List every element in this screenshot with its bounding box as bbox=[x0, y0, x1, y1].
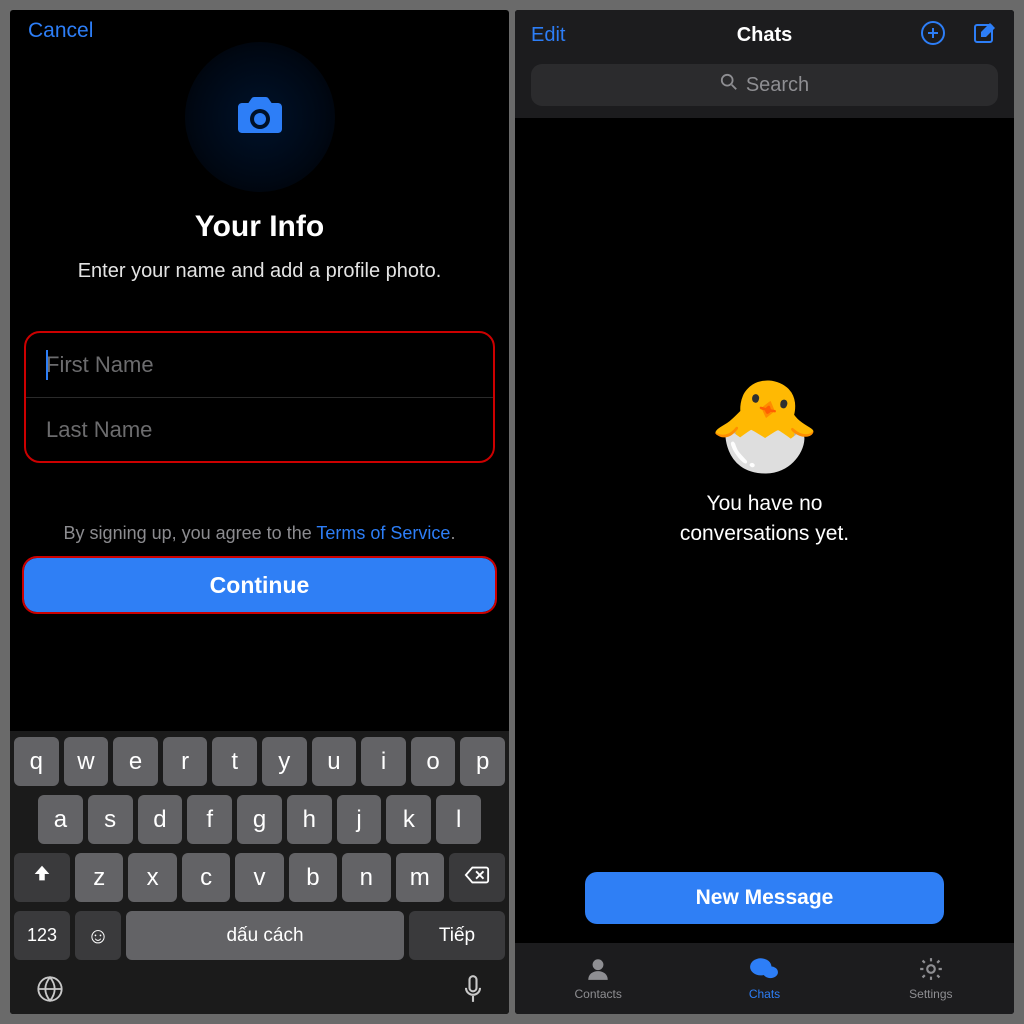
key-j[interactable]: j bbox=[337, 795, 382, 844]
last-name-input[interactable] bbox=[46, 417, 473, 443]
backspace-icon bbox=[464, 864, 490, 892]
keyboard-row-4: 123 ☺ dấu cách Tiếp bbox=[14, 911, 505, 960]
tab-bar: Contacts Chats Settings bbox=[515, 942, 1014, 1014]
key-t[interactable]: t bbox=[212, 737, 257, 786]
key-c[interactable]: c bbox=[182, 853, 230, 902]
key-f[interactable]: f bbox=[187, 795, 232, 844]
key-y[interactable]: y bbox=[262, 737, 307, 786]
key-a[interactable]: a bbox=[38, 795, 83, 844]
new-group-icon[interactable] bbox=[920, 20, 946, 51]
key-s[interactable]: s bbox=[88, 795, 133, 844]
key-backspace[interactable] bbox=[449, 853, 505, 902]
key-w[interactable]: w bbox=[64, 737, 109, 786]
key-x[interactable]: x bbox=[128, 853, 176, 902]
first-name-input[interactable] bbox=[46, 352, 473, 378]
nav-bar: Edit Chats Search bbox=[515, 10, 1014, 118]
search-input[interactable]: Search bbox=[531, 64, 998, 106]
keyboard-row-1: q w e r t y u i o p bbox=[14, 737, 505, 786]
name-input-group bbox=[24, 331, 495, 463]
hatching-chick-icon: 🐣 bbox=[708, 381, 820, 471]
nav-title: Chats bbox=[737, 24, 793, 47]
tab-chats-label: Chats bbox=[749, 987, 780, 1001]
empty-state-text: You have no conversations yet. bbox=[680, 489, 849, 550]
key-g[interactable]: g bbox=[237, 795, 282, 844]
shift-icon bbox=[31, 863, 53, 892]
settings-icon bbox=[916, 956, 946, 985]
tab-contacts[interactable]: Contacts bbox=[515, 943, 681, 1014]
soft-keyboard: q w e r t y u i o p a s d f g h j k l z bbox=[10, 731, 509, 1014]
tab-chats[interactable]: Chats bbox=[681, 943, 847, 1014]
key-space[interactable]: dấu cách bbox=[126, 911, 404, 960]
new-message-button[interactable]: New Message bbox=[585, 872, 944, 924]
key-l[interactable]: l bbox=[436, 795, 481, 844]
continue-button[interactable]: Continue bbox=[24, 558, 495, 612]
page-title: Your Info bbox=[10, 210, 509, 244]
keyboard-row-3: z x c v b n m bbox=[14, 853, 505, 902]
tos-text: By signing up, you agree to the Terms of… bbox=[10, 523, 509, 544]
chats-icon bbox=[749, 956, 779, 985]
add-photo-button[interactable] bbox=[185, 42, 335, 192]
compose-icon[interactable] bbox=[972, 20, 998, 51]
tab-contacts-label: Contacts bbox=[574, 987, 621, 1001]
tos-link[interactable]: Terms of Service bbox=[316, 523, 450, 543]
key-k[interactable]: k bbox=[386, 795, 431, 844]
page-subtitle: Enter your name and add a profile photo. bbox=[10, 260, 509, 283]
key-i[interactable]: i bbox=[361, 737, 406, 786]
keyboard-bottom bbox=[14, 969, 505, 1012]
search-placeholder: Search bbox=[746, 74, 809, 97]
key-d[interactable]: d bbox=[138, 795, 183, 844]
key-n[interactable]: n bbox=[342, 853, 390, 902]
key-next[interactable]: Tiếp bbox=[409, 911, 505, 960]
tab-settings-label: Settings bbox=[909, 987, 952, 1001]
key-b[interactable]: b bbox=[289, 853, 337, 902]
camera-icon bbox=[236, 95, 284, 140]
first-name-field[interactable] bbox=[26, 333, 493, 397]
edit-button[interactable]: Edit bbox=[531, 24, 565, 47]
contacts-icon bbox=[583, 956, 613, 985]
key-emoji[interactable]: ☺ bbox=[75, 911, 121, 960]
signup-screen: Cancel Your Info Enter your name and add… bbox=[10, 10, 509, 1014]
key-m[interactable]: m bbox=[396, 853, 444, 902]
globe-icon[interactable] bbox=[36, 975, 64, 1010]
key-h[interactable]: h bbox=[287, 795, 332, 844]
cancel-button[interactable]: Cancel bbox=[28, 19, 93, 43]
key-p[interactable]: p bbox=[460, 737, 505, 786]
key-e[interactable]: e bbox=[113, 737, 158, 786]
key-r[interactable]: r bbox=[163, 737, 208, 786]
key-q[interactable]: q bbox=[14, 737, 59, 786]
chats-screen: Edit Chats Search 🐣 You have no conversa… bbox=[515, 10, 1014, 1014]
key-shift[interactable] bbox=[14, 853, 70, 902]
key-z[interactable]: z bbox=[75, 853, 123, 902]
key-o[interactable]: o bbox=[411, 737, 456, 786]
tab-settings[interactable]: Settings bbox=[848, 943, 1014, 1014]
text-caret bbox=[46, 350, 48, 380]
key-v[interactable]: v bbox=[235, 853, 283, 902]
empty-state: 🐣 You have no conversations yet. bbox=[515, 118, 1014, 872]
emoji-icon: ☺ bbox=[87, 923, 109, 949]
key-u[interactable]: u bbox=[312, 737, 357, 786]
last-name-field[interactable] bbox=[26, 397, 493, 461]
mic-icon[interactable] bbox=[463, 975, 483, 1010]
search-icon bbox=[720, 73, 738, 97]
keyboard-row-2: a s d f g h j k l bbox=[14, 795, 505, 844]
key-numeric[interactable]: 123 bbox=[14, 911, 70, 960]
